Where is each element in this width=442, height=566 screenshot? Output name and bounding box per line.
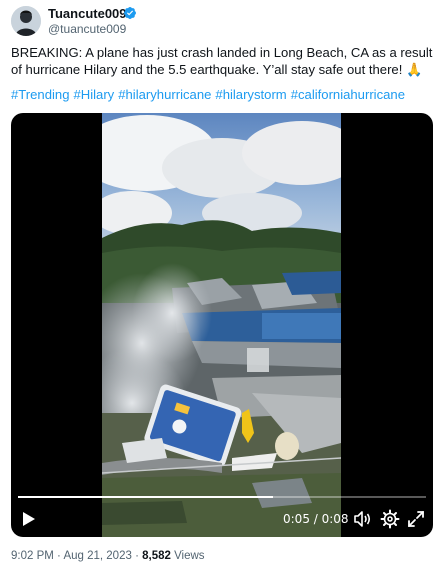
avatar[interactable]: [11, 6, 41, 36]
tweet-meta: 9:02 PM · Aug 21, 2023 · 8,582 Views: [11, 549, 205, 563]
meta-separator: ·: [57, 550, 61, 562]
hashtag-trending[interactable]: #Trending: [11, 87, 69, 102]
video-frame[interactable]: [102, 113, 341, 537]
video-time: 0:05 / 0:08: [283, 512, 349, 526]
settings-gear-icon[interactable]: [380, 509, 400, 529]
volume-icon[interactable]: [352, 509, 372, 529]
hashtag-hilaryhurricane[interactable]: #hilaryhurricane: [118, 87, 211, 102]
tweet-text: BREAKING: A plane has just crash landed …: [11, 44, 436, 79]
views-count[interactable]: 8,582: [142, 550, 171, 562]
hashtag-californiahurricane[interactable]: #californiahurricane: [291, 87, 405, 102]
views-label: Views: [174, 550, 205, 562]
play-icon[interactable]: [19, 510, 37, 528]
video-progress-bar[interactable]: [18, 496, 426, 498]
tweet-date[interactable]: Aug 21, 2023: [63, 550, 131, 562]
video-progress-fill: [18, 496, 273, 498]
display-name[interactable]: Tuancute009: [48, 6, 127, 21]
fullscreen-icon[interactable]: [406, 509, 426, 529]
video-player[interactable]: 0:05 / 0:08: [11, 113, 433, 537]
verified-badge-icon: [124, 7, 136, 19]
hashtag-hilarystorm[interactable]: #hilarystorm: [215, 87, 286, 102]
tweet-body: BREAKING: A plane has just crash landed …: [11, 45, 433, 77]
tweet-card: Tuancute009 @tuancute009 BREAKING: A pla…: [0, 0, 442, 566]
pray-emoji: 🙏: [406, 63, 423, 78]
hashtag-hilary[interactable]: #Hilary: [73, 87, 114, 102]
handle[interactable]: @tuancute009: [48, 22, 126, 36]
hashtag-row: #Trending #Hilary #hilaryhurricane #hilarys…: [11, 86, 436, 103]
meta-separator: ·: [135, 550, 139, 562]
tweet-time[interactable]: 9:02 PM: [11, 550, 54, 562]
